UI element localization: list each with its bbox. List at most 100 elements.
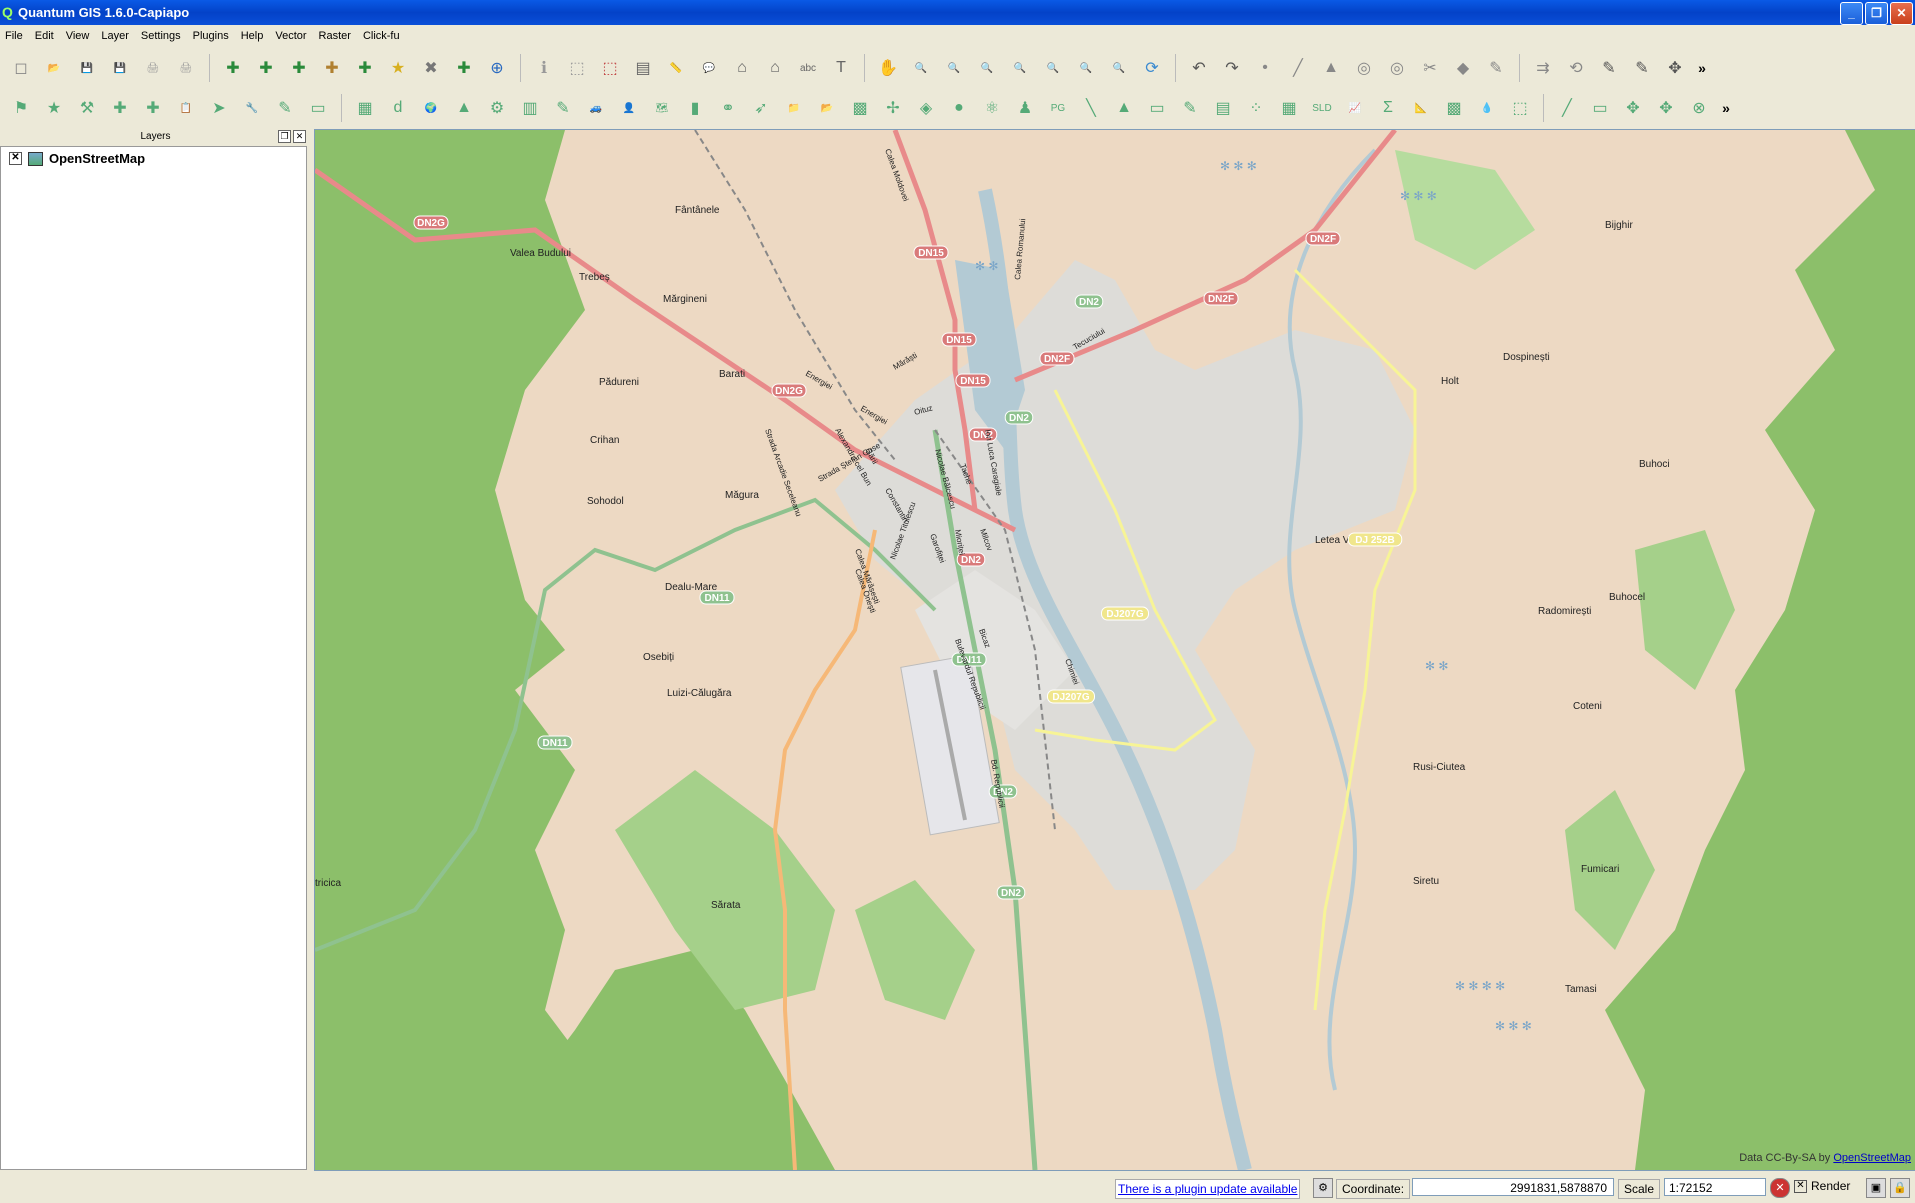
node-icon[interactable]: ◆ xyxy=(1450,55,1476,81)
save-edit-icon[interactable]: ▭ xyxy=(1587,95,1613,121)
menu-edit[interactable]: Edit xyxy=(30,26,61,48)
raster-icon[interactable]: ▦ xyxy=(1276,95,1302,121)
menu-view[interactable]: View xyxy=(61,26,97,48)
new-project-icon[interactable]: ◻ xyxy=(8,55,34,81)
atom-icon[interactable]: ⚛ xyxy=(979,95,1005,121)
redo-icon[interactable]: ↷ xyxy=(1219,55,1245,81)
close-tool-icon[interactable]: ⊗ xyxy=(1686,95,1712,121)
identify-icon[interactable]: ℹ xyxy=(531,55,557,81)
map-tips-icon[interactable]: 💬 xyxy=(696,55,722,81)
sld-icon[interactable]: SLD xyxy=(1309,95,1335,121)
layer-visibility-checkbox[interactable]: ✕ xyxy=(9,152,22,165)
menu-click-fu[interactable]: Click-fu xyxy=(358,26,407,48)
menu-raster[interactable]: Raster xyxy=(314,26,358,48)
line-edit-icon[interactable]: ╱ xyxy=(1554,95,1580,121)
offset-icon[interactable]: ⇉ xyxy=(1530,55,1556,81)
add-wfs-layer-icon[interactable]: ✚ xyxy=(451,55,477,81)
add-wms-layer-icon[interactable]: ✚ xyxy=(352,55,378,81)
composer-manager-icon[interactable]: 🖨 xyxy=(173,55,199,81)
print-composer-icon[interactable]: 🖨 xyxy=(140,55,166,81)
star-icon[interactable]: ★ xyxy=(41,95,67,121)
drop-icon[interactable]: 💧 xyxy=(1474,95,1500,121)
paste-icon[interactable]: 📋 xyxy=(173,95,199,121)
plugin-update-link[interactable]: There is a plugin update available xyxy=(1115,1179,1301,1199)
render-checkbox[interactable]: ✕ xyxy=(1794,1179,1807,1193)
compass-icon[interactable]: ➶ xyxy=(748,95,774,121)
tools-icon[interactable]: ⚒ xyxy=(74,95,100,121)
zoom-next-icon[interactable]: 🔍 xyxy=(1106,55,1132,81)
ruler-icon[interactable]: 📐 xyxy=(1408,95,1434,121)
add-ring-icon[interactable]: ◎ xyxy=(1351,55,1377,81)
database-icon[interactable]: ▥ xyxy=(517,95,543,121)
add-point-icon[interactable]: • xyxy=(1252,55,1278,81)
copy-feature-icon[interactable]: ✚ xyxy=(140,95,166,121)
move-vertex-icon[interactable]: ✥ xyxy=(1620,95,1646,121)
zoom-last-icon[interactable]: 🔍 xyxy=(1073,55,1099,81)
chart-icon[interactable]: 📈 xyxy=(1342,95,1368,121)
remove-layer-icon[interactable]: ✖ xyxy=(418,55,444,81)
map-icon[interactable]: 🗺 xyxy=(649,95,675,121)
coordinate-field[interactable]: 2991831,5878870 xyxy=(1412,1178,1614,1196)
add-vector-layer-icon[interactable]: ✚ xyxy=(220,55,246,81)
grid-icon[interactable]: ▦ xyxy=(352,95,378,121)
pencil-icon[interactable]: ✎ xyxy=(1177,95,1203,121)
zoom-full-icon[interactable]: 🔍 xyxy=(974,55,1000,81)
digitize-icon[interactable]: ✎ xyxy=(1596,55,1622,81)
menu-settings[interactable]: Settings xyxy=(136,26,188,48)
user-icon[interactable]: 👤 xyxy=(616,95,642,121)
sphere-icon[interactable]: ● xyxy=(946,95,972,121)
maximize-button[interactable]: ❐ xyxy=(1865,2,1888,25)
globe-icon[interactable]: 🌍 xyxy=(418,95,444,121)
menu-file[interactable]: File xyxy=(0,26,30,48)
select-tool-icon[interactable]: ⬚ xyxy=(1507,95,1533,121)
scale-field[interactable]: 1:72152 xyxy=(1664,1178,1766,1196)
save-project-icon[interactable]: 💾 xyxy=(74,55,100,81)
edit-icon[interactable]: ✎ xyxy=(272,95,298,121)
reshape-icon[interactable]: ✎ xyxy=(1483,55,1509,81)
select-icon[interactable]: ⬚ xyxy=(564,55,590,81)
network-icon[interactable]: ⚙ xyxy=(484,95,510,121)
add-line-icon[interactable]: ╱ xyxy=(1285,55,1311,81)
delete-ring-icon[interactable]: ◎ xyxy=(1384,55,1410,81)
render-toggle[interactable]: ✕ Render xyxy=(1794,1179,1850,1193)
home-bookmark-icon[interactable]: ⌂ xyxy=(729,55,755,81)
coordinates-icon[interactable]: ✢ xyxy=(880,95,906,121)
monitor-icon[interactable]: ▭ xyxy=(1144,95,1170,121)
map-canvas[interactable]: ✻ ✻ ✻ ✻ ✻ ✻ ✻ ✻ ✻ ✻ ✻ ✻ ✻ ✻ ✻ ✻ ✻ Fântân… xyxy=(314,129,1915,1171)
measure-line-icon[interactable]: 📏 xyxy=(663,55,689,81)
float-panel-button[interactable]: ❐ xyxy=(278,130,291,143)
move-feature-icon[interactable]: ✥ xyxy=(1662,55,1688,81)
annotation-icon[interactable]: T xyxy=(828,55,854,81)
cube-icon[interactable]: ◈ xyxy=(913,95,939,121)
save-as-icon[interactable]: 💾 xyxy=(107,55,133,81)
person-icon[interactable]: ♟ xyxy=(1012,95,1038,121)
palette-icon[interactable]: ▩ xyxy=(1441,95,1467,121)
layer-item[interactable]: ✕ OpenStreetMap xyxy=(9,151,145,166)
close-panel-button[interactable]: ✕ xyxy=(293,130,306,143)
table-edit-icon[interactable]: ✎ xyxy=(550,95,576,121)
menu-help[interactable]: Help xyxy=(236,26,271,48)
folder-icon[interactable]: 📁 xyxy=(781,95,807,121)
sum-icon[interactable]: Σ xyxy=(1375,95,1401,121)
open-folder-icon[interactable]: 📂 xyxy=(814,95,840,121)
add-polygon-icon[interactable]: ▲ xyxy=(1318,55,1344,81)
undo-icon[interactable]: ↶ xyxy=(1186,55,1212,81)
close-button[interactable]: ✕ xyxy=(1890,2,1913,25)
grid-tool-icon[interactable]: ▩ xyxy=(847,95,873,121)
stop-render-icon[interactable]: ✕ xyxy=(1770,1178,1790,1198)
pan-icon[interactable]: ✋ xyxy=(875,55,901,81)
deselect-icon[interactable]: ⬚ xyxy=(597,55,623,81)
minimize-button[interactable]: _ xyxy=(1840,2,1863,25)
refresh-icon[interactable]: ⟳ xyxy=(1139,55,1165,81)
zoom-selection-icon[interactable]: 🔍 xyxy=(1007,55,1033,81)
add-feature-icon[interactable]: ✚ xyxy=(107,95,133,121)
binoculars-icon[interactable]: ⚭ xyxy=(715,95,741,121)
mountain-icon[interactable]: ▲ xyxy=(1111,95,1137,121)
menu-plugins[interactable]: Plugins xyxy=(188,26,236,48)
page-icon[interactable]: ▭ xyxy=(305,95,331,121)
green-icon[interactable]: ▮ xyxy=(682,95,708,121)
rotate-icon[interactable]: ⟲ xyxy=(1563,55,1589,81)
zoom-layer-icon[interactable]: 🔍 xyxy=(1040,55,1066,81)
zoom-out-icon[interactable]: 🔍 xyxy=(941,55,967,81)
zoom-in-icon[interactable]: 🔍 xyxy=(908,55,934,81)
